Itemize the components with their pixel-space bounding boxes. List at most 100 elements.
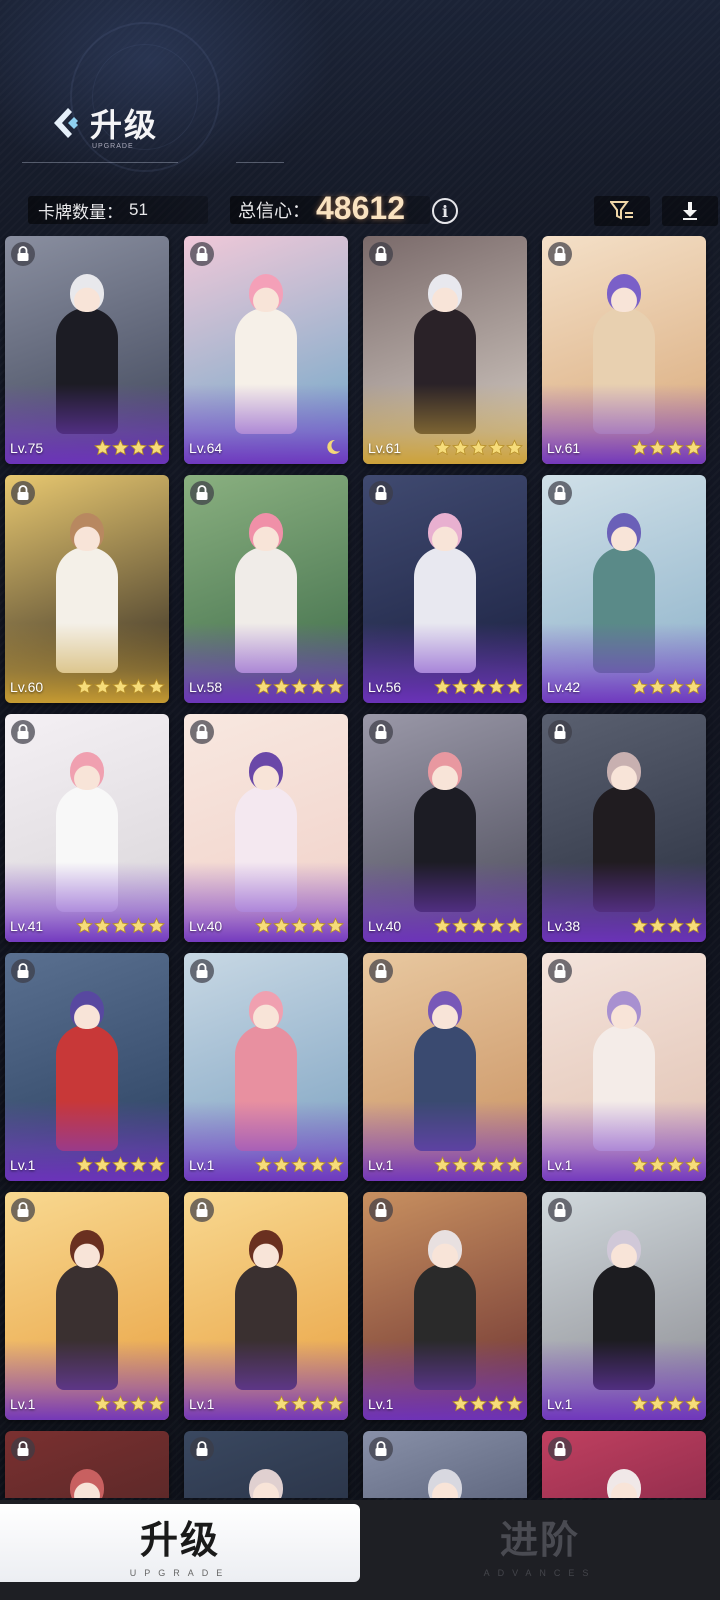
- star-icon: [470, 678, 487, 695]
- lock-icon[interactable]: [11, 242, 35, 266]
- tab-upgrade-label: 升级: [139, 1519, 220, 1562]
- character-card[interactable]: [184, 1431, 348, 1498]
- character-card[interactable]: Lv.38: [542, 714, 706, 942]
- character-card[interactable]: Lv.1: [542, 1192, 706, 1420]
- tab-advances[interactable]: 进阶 ADVANCES: [360, 1504, 720, 1582]
- card-level: Lv.1: [368, 1157, 394, 1173]
- lock-icon[interactable]: [190, 1437, 214, 1461]
- lock-icon[interactable]: [369, 959, 393, 983]
- star-icon: [94, 678, 111, 695]
- page-title-group: 升级: [50, 100, 158, 146]
- character-card[interactable]: Lv.40: [363, 714, 527, 942]
- star-icon: [76, 678, 93, 695]
- star-icon: [148, 1156, 165, 1173]
- star-icon: [667, 1395, 684, 1412]
- back-arrow-icon[interactable]: [50, 106, 80, 140]
- character-card[interactable]: Lv.41: [5, 714, 169, 942]
- info-icon[interactable]: i: [432, 198, 458, 224]
- star-rating: [434, 439, 523, 456]
- card-level: Lv.42: [547, 679, 581, 695]
- character-card[interactable]: Lv.1: [542, 953, 706, 1181]
- lock-icon[interactable]: [190, 242, 214, 266]
- card-level: Lv.58: [189, 679, 223, 695]
- character-head: [70, 1469, 104, 1498]
- star-rating: [76, 917, 165, 934]
- lock-icon[interactable]: [369, 481, 393, 505]
- character-card[interactable]: Lv.64: [184, 236, 348, 464]
- character-card[interactable]: [542, 1431, 706, 1498]
- lock-icon[interactable]: [369, 242, 393, 266]
- character-card[interactable]: Lv.61: [363, 236, 527, 464]
- character-card[interactable]: Lv.56: [363, 475, 527, 703]
- star-icon: [327, 917, 344, 934]
- star-icon: [506, 1156, 523, 1173]
- character-head: [70, 991, 104, 1029]
- filter-button[interactable]: [594, 196, 650, 226]
- star-icon: [327, 1395, 344, 1412]
- lock-icon[interactable]: [190, 959, 214, 983]
- lock-icon[interactable]: [369, 1437, 393, 1461]
- star-icon: [452, 1156, 469, 1173]
- sort-button[interactable]: [662, 196, 718, 226]
- lock-icon[interactable]: [11, 481, 35, 505]
- star-icon: [649, 1156, 666, 1173]
- star-icon: [130, 678, 147, 695]
- lock-icon[interactable]: [548, 720, 572, 744]
- star-icon: [685, 917, 702, 934]
- character-card[interactable]: Lv.61: [542, 236, 706, 464]
- star-icon: [631, 678, 648, 695]
- lock-icon[interactable]: [548, 1437, 572, 1461]
- character-card[interactable]: Lv.75: [5, 236, 169, 464]
- character-card[interactable]: Lv.1: [363, 1192, 527, 1420]
- star-icon: [148, 1395, 165, 1412]
- character-card[interactable]: Lv.1: [184, 953, 348, 1181]
- lock-icon[interactable]: [369, 720, 393, 744]
- tab-advances-label: 进阶: [499, 1519, 580, 1562]
- lock-icon[interactable]: [190, 1198, 214, 1222]
- character-card[interactable]: [363, 1431, 527, 1498]
- lock-icon[interactable]: [548, 959, 572, 983]
- star-icon: [506, 678, 523, 695]
- character-card[interactable]: Lv.58: [184, 475, 348, 703]
- character-card[interactable]: Lv.40: [184, 714, 348, 942]
- character-card[interactable]: Lv.1: [363, 953, 527, 1181]
- lock-icon[interactable]: [11, 959, 35, 983]
- character-card[interactable]: Lv.1: [5, 953, 169, 1181]
- character-card[interactable]: Lv.1: [184, 1192, 348, 1420]
- header: 升级 UPGRADE 卡牌数量： 51 总信心： 48612 i: [0, 0, 720, 230]
- star-icon: [112, 1156, 129, 1173]
- star-icon: [112, 439, 129, 456]
- star-icon: [130, 439, 147, 456]
- star-icon: [309, 678, 326, 695]
- lock-icon[interactable]: [11, 1437, 35, 1461]
- star-icon: [667, 1156, 684, 1173]
- card-level: Lv.1: [10, 1157, 36, 1173]
- lock-icon[interactable]: [11, 720, 35, 744]
- character-head: [249, 513, 283, 551]
- star-rating: [94, 1395, 165, 1412]
- character-head: [70, 1230, 104, 1268]
- lock-icon[interactable]: [548, 242, 572, 266]
- card-level: Lv.1: [547, 1157, 573, 1173]
- lock-icon[interactable]: [11, 1198, 35, 1222]
- star-icon: [327, 1156, 344, 1173]
- tab-upgrade[interactable]: 升级 UPGRADE: [0, 1504, 360, 1582]
- star-icon: [291, 1156, 308, 1173]
- character-card[interactable]: Lv.42: [542, 475, 706, 703]
- character-head: [607, 513, 641, 551]
- lock-icon[interactable]: [190, 720, 214, 744]
- lock-icon[interactable]: [190, 481, 214, 505]
- character-card[interactable]: [5, 1431, 169, 1498]
- star-rating: [434, 1156, 523, 1173]
- lock-icon[interactable]: [548, 481, 572, 505]
- character-card[interactable]: Lv.1: [5, 1192, 169, 1420]
- lock-icon[interactable]: [548, 1198, 572, 1222]
- lock-icon[interactable]: [369, 1198, 393, 1222]
- star-icon: [255, 678, 272, 695]
- character-head: [249, 752, 283, 790]
- character-card[interactable]: Lv.60: [5, 475, 169, 703]
- download-sort-icon: [683, 202, 697, 220]
- character-figure: [400, 1459, 490, 1498]
- star-icon: [434, 678, 451, 695]
- character-head: [249, 274, 283, 312]
